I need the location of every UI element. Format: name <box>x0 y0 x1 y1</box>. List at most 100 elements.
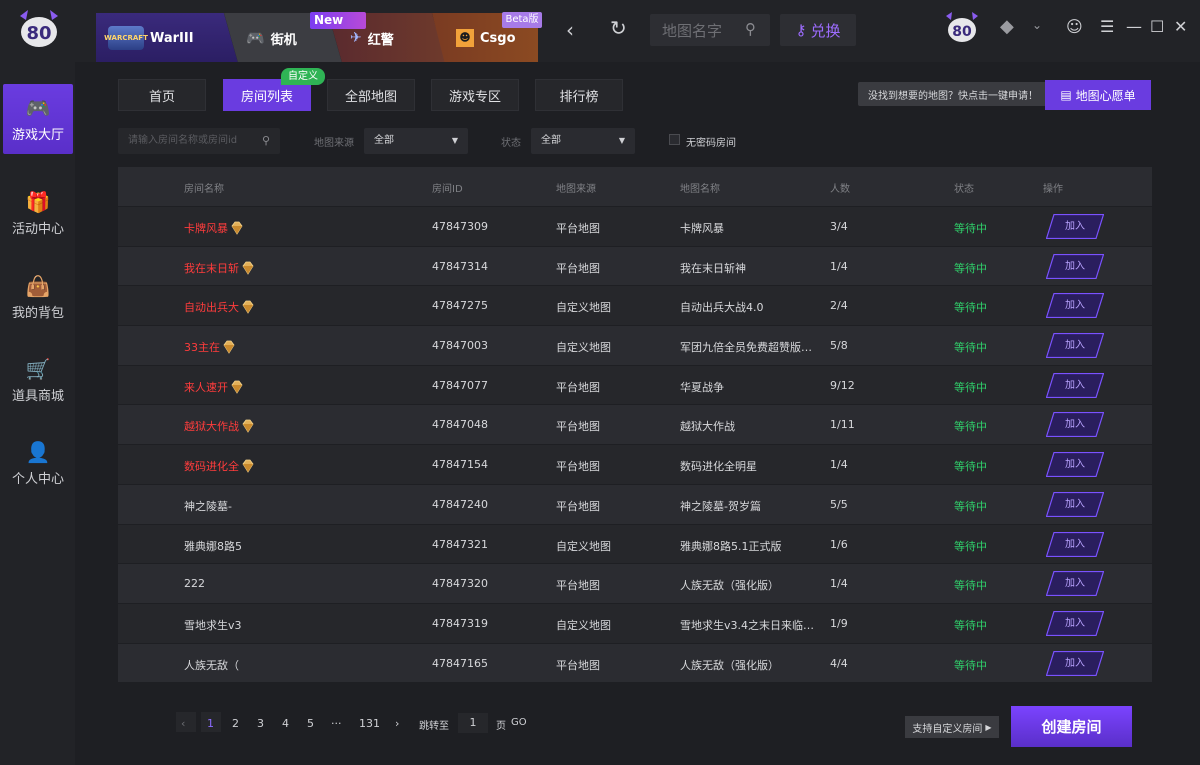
minimize-icon[interactable]: — <box>1126 17 1142 36</box>
table-row[interactable]: 来人速开 47847077 平台地图 华夏战争 9/12 等待中 加入 <box>118 364 1152 405</box>
room-name: 人族无敌（ <box>184 657 239 673</box>
room-id-text: 47847003 <box>432 339 488 353</box>
table-row[interactable]: 人族无敌（ 47847165 平台地图 人族无敌（强化版） 4/4 等待中 加入 <box>118 642 1152 683</box>
map-name: 军团九倍全员免费超赞版… <box>680 339 812 355</box>
map-source-select[interactable]: 全部 ▼ <box>364 128 468 154</box>
page-3[interactable]: 3 <box>257 717 264 730</box>
room-search-input[interactable]: 请输入房间名称或房间id ⚲ <box>118 128 280 154</box>
join-label: 加入 <box>1065 340 1085 352</box>
room-id-text: 47847314 <box>432 259 488 273</box>
table-row[interactable]: 数码进化全 47847154 平台地图 数码进化全明星 1/4 等待中 加入 <box>118 444 1152 484</box>
room-id-text: 47847309 <box>432 220 488 233</box>
go-button[interactable]: GO <box>511 717 527 728</box>
chevron-left-icon[interactable]: ‹ <box>181 717 185 730</box>
custom-tag-badge: 自定义 <box>281 68 325 85</box>
col-player-count: 人数 <box>830 184 850 195</box>
map-name-text: 我在末日斩神 <box>680 261 746 275</box>
table-row[interactable]: 越狱大作战 47847048 平台地图 越狱大作战 1/11 等待中 加入 <box>118 404 1152 445</box>
join-button[interactable]: 加入 <box>1045 650 1105 676</box>
table-row[interactable]: 自动出兵大 47847275 自定义地图 自动出兵大战4.0 2/4 等待中 加入 <box>118 285 1152 326</box>
create-room-button[interactable]: 创建房间 <box>1011 706 1132 747</box>
goto-page-input[interactable]: 1 <box>458 713 488 733</box>
redeem-button[interactable]: ⚷ 兑换 <box>780 14 856 46</box>
tab-ranking[interactable]: 排行榜 <box>535 79 623 111</box>
search-icon[interactable]: ⚲ <box>745 20 756 38</box>
room-name-text: 33主在 <box>184 341 220 355</box>
table-row[interactable]: 雅典娜8路5 47847321 自定义地图 雅典娜8路5.1正式版 1/6 等待中 加入 <box>118 523 1152 564</box>
join-button[interactable]: 加入 <box>1045 610 1105 636</box>
maximize-icon[interactable]: ☐ <box>1150 17 1164 36</box>
join-button[interactable]: 加入 <box>1045 293 1105 319</box>
table-row[interactable]: 雪地求生v3 47847319 自定义地图 雪地求生v3.4之末日来临… 1/9 等待中 加… <box>118 602 1152 643</box>
join-button[interactable]: 加入 <box>1045 491 1105 517</box>
diamond-icon[interactable]: ◆ <box>1000 16 1014 37</box>
tab-home[interactable]: 首页 <box>118 79 206 111</box>
refresh-icon[interactable]: ↻ <box>610 16 627 40</box>
room-name-text: 人族无敌（ <box>184 658 239 672</box>
back-arrow-icon[interactable]: ‹ <box>566 18 574 42</box>
app-logo-icon[interactable]: 80 <box>14 8 64 52</box>
beta-badge: Beta版 <box>502 12 542 28</box>
join-button[interactable]: 加入 <box>1045 372 1105 398</box>
map-search-input[interactable]: 地图名字 ⚲ <box>650 14 770 46</box>
table-row[interactable]: 33主在 47847003 自定义地图 军团九倍全员免费超赞版… 5/8 等待中 加入 <box>118 325 1152 365</box>
room-status: 等待中 <box>954 299 987 315</box>
player-count: 5/8 <box>830 339 848 352</box>
chevron-right-icon[interactable]: › <box>395 717 399 730</box>
room-id: 47847321 <box>432 538 488 551</box>
join-button[interactable]: 加入 <box>1045 253 1105 279</box>
sidebar-item-shop[interactable]: 🛒 道具商城 <box>3 345 73 415</box>
room-status-text: 等待中 <box>954 420 987 434</box>
map-source-text: 平台地图 <box>556 460 600 474</box>
room-name-text: 来人速开 <box>184 380 228 394</box>
join-label: 加入 <box>1065 578 1085 590</box>
prev-page-button[interactable] <box>176 712 196 732</box>
player-count: 1/9 <box>830 617 848 630</box>
close-icon[interactable]: ✕ <box>1174 17 1187 36</box>
table-row[interactable]: 我在末日斩 47847314 平台地图 我在末日斩神 1/4 等待中 加入 <box>118 245 1152 286</box>
avatar[interactable]: 80 <box>942 10 982 46</box>
sidebar-item-activity[interactable]: 🎁 活动中心 <box>3 178 73 248</box>
chevron-down-icon[interactable]: ⌄ <box>1032 18 1042 32</box>
page-last[interactable]: 131 <box>359 717 380 730</box>
join-button[interactable]: 加入 <box>1045 412 1105 438</box>
room-status: 等待中 <box>954 260 987 276</box>
join-button[interactable]: 加入 <box>1045 452 1105 478</box>
room-name: 自动出兵大 <box>184 299 255 315</box>
page-1[interactable]: 1 <box>207 717 214 730</box>
player-count-text: 1/6 <box>830 537 848 551</box>
tab-all-maps[interactable]: 全部地图 <box>327 79 415 111</box>
join-button[interactable]: 加入 <box>1045 571 1105 597</box>
map-wishlist-button[interactable]: ▤ 地图心愿单 <box>1045 80 1151 110</box>
player-count-text: 1/4 <box>830 259 848 273</box>
join-button[interactable]: 加入 <box>1045 531 1105 557</box>
menu-icon[interactable]: ☰ <box>1100 17 1114 36</box>
account-icon[interactable]: ☺ <box>1066 17 1083 36</box>
tab-warcraft3[interactable]: WARCRAFT WarIII <box>96 13 238 63</box>
red-alert-icon: ✈ <box>350 30 362 46</box>
join-button[interactable]: 加入 <box>1045 332 1105 359</box>
page-2[interactable]: 2 <box>232 717 239 730</box>
search-icon[interactable]: ⚲ <box>262 128 270 154</box>
map-source-value: 全部 <box>374 135 394 146</box>
no-password-checkbox[interactable] <box>669 134 680 145</box>
page-ellipsis[interactable]: ··· <box>331 717 342 730</box>
sidebar-item-profile[interactable]: 👤 个人中心 <box>3 428 73 498</box>
tab-game-zone[interactable]: 游戏专区 <box>431 79 519 111</box>
map-source-text: 自定义地图 <box>556 341 611 355</box>
table-row[interactable]: 222 47847320 平台地图 人族无敌（强化版） 1/4 等待中 加入 <box>118 563 1152 603</box>
player-count: 5/5 <box>830 498 848 511</box>
page-5[interactable]: 5 <box>307 717 314 730</box>
diamond-icon <box>242 300 254 315</box>
table-row[interactable]: 神之陵墓- 47847240 平台地图 神之陵墓-贺岁篇 5/5 等待中 加入 <box>118 483 1152 524</box>
col-room-id: 房间ID <box>432 184 463 195</box>
player-count: 1/4 <box>830 458 848 471</box>
map-source-text: 平台地图 <box>556 579 600 593</box>
join-button[interactable]: 加入 <box>1045 213 1105 240</box>
sidebar-item-game-hall[interactable]: 🎮 游戏大厅 <box>3 84 73 154</box>
status-select[interactable]: 全部 ▼ <box>531 128 635 154</box>
sidebar-item-backpack[interactable]: 👜 我的背包 <box>3 262 73 332</box>
map-source: 平台地图 <box>556 220 600 236</box>
page-4[interactable]: 4 <box>282 717 289 730</box>
table-row[interactable]: 卡牌风暴 47847309 平台地图 卡牌风暴 3/4 等待中 加入 <box>118 206 1152 246</box>
